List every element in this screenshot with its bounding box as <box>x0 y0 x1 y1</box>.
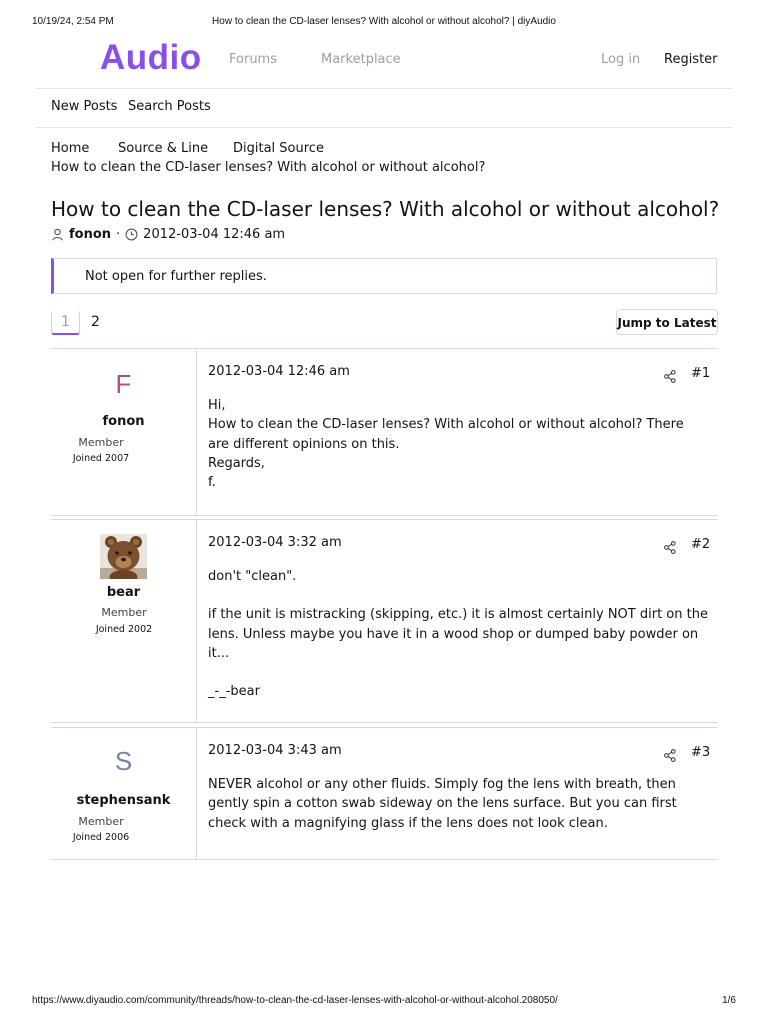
site-logo[interactable]: Audio <box>100 38 202 78</box>
post-date[interactable]: 2012-03-04 3:43 am <box>208 743 342 758</box>
top-nav: Audio Forums Marketplace Log in Register <box>36 36 732 89</box>
login-link[interactable]: Log in <box>601 52 640 67</box>
post-line: f. <box>208 475 216 491</box>
avatar[interactable]: F <box>51 369 196 400</box>
sub-nav: New Posts Search Posts <box>36 89 732 128</box>
page-1-button[interactable]: 1 <box>51 311 80 335</box>
post-line: _-_-bear <box>208 684 260 700</box>
print-url: https://www.diyaudio.com/community/threa… <box>32 995 558 1006</box>
clock-icon <box>125 228 138 241</box>
breadcrumb-home[interactable]: Home <box>51 141 89 156</box>
post-line: don't "clean". <box>208 569 297 584</box>
user-joined: Joined 2007 <box>72 453 130 464</box>
post-user-column: F fonon Member Joined 2007 <box>51 349 197 515</box>
closed-notice-text: Not open for further replies. <box>85 269 267 284</box>
post-number[interactable]: #3 <box>691 745 710 760</box>
post-body: Hi, How to clean the CD-laser lenses? Wi… <box>208 396 708 492</box>
post-date[interactable]: 2012-03-04 12:46 am <box>208 364 350 379</box>
user-role: Member <box>78 815 124 828</box>
share-icon[interactable] <box>664 539 676 558</box>
post: bear Member Joined 2002 2012-03-04 3:32 … <box>51 519 718 723</box>
share-icon[interactable] <box>664 747 676 766</box>
print-footer: https://www.diyaudio.com/community/threa… <box>32 995 736 1009</box>
nav-marketplace-link[interactable]: Marketplace <box>321 52 401 67</box>
post-user-column: S stephensank Member Joined 2006 <box>51 728 197 859</box>
jump-to-latest-button[interactable]: Jump to Latest <box>616 309 718 335</box>
thread-date[interactable]: 2012-03-04 12:46 am <box>143 227 285 242</box>
post-line: Regards, <box>208 455 265 471</box>
post-number[interactable]: #2 <box>691 537 710 552</box>
post-username[interactable]: fonon <box>51 414 196 429</box>
user-icon <box>51 228 64 241</box>
post: S stephensank Member Joined 2006 2012-03… <box>51 727 718 860</box>
post-line: How to clean the CD-laser lenses? With a… <box>208 417 684 452</box>
post-username[interactable]: stephensank <box>51 793 196 808</box>
post-body: don't "clean". if the unit is mistrackin… <box>208 567 708 701</box>
user-joined: Joined 2002 <box>95 624 153 635</box>
thread-meta: fonon · 2012-03-04 12:46 am <box>51 227 285 242</box>
breadcrumb-digital-source[interactable]: Digital Source <box>233 141 324 156</box>
meta-separator: · <box>116 227 121 242</box>
print-page-number: 1/6 <box>722 995 736 1006</box>
post-user-column: bear Member Joined 2002 <box>51 520 197 722</box>
closed-notice: Not open for further replies. <box>51 258 717 294</box>
avatar[interactable]: S <box>51 746 196 777</box>
page-2-button[interactable]: 2 <box>82 311 109 333</box>
post-line: NEVER alcohol or any other fluids. Simpl… <box>208 777 677 831</box>
breadcrumb-source-line[interactable]: Source & Line <box>118 141 208 156</box>
breadcrumb-thread[interactable]: How to clean the CD-laser lenses? With a… <box>51 160 485 175</box>
new-posts-link[interactable]: New Posts <box>51 99 117 114</box>
post-body: NEVER alcohol or any other fluids. Simpl… <box>208 775 708 833</box>
user-role: Member <box>101 606 147 619</box>
register-link[interactable]: Register <box>664 52 718 67</box>
user-role: Member <box>78 436 124 449</box>
teddy-bear-avatar[interactable] <box>100 534 147 584</box>
post-line: if the unit is mistracking (skipping, et… <box>208 607 708 661</box>
page-title: How to clean the CD-laser lenses? With a… <box>51 197 720 221</box>
user-joined: Joined 2006 <box>72 832 130 843</box>
post-number[interactable]: #1 <box>691 366 710 381</box>
post-username[interactable]: bear <box>51 585 196 600</box>
share-icon[interactable] <box>664 368 676 387</box>
post: F fonon Member Joined 2007 2012-03-04 12… <box>51 348 718 516</box>
thread-author[interactable]: fonon <box>69 227 111 242</box>
post-line: Hi, <box>208 398 226 413</box>
search-posts-link[interactable]: Search Posts <box>128 99 211 114</box>
print-header: 10/19/24, 2:54 PM How to clean the CD-la… <box>32 16 736 30</box>
nav-forums-link[interactable]: Forums <box>229 52 277 67</box>
print-doc-title: How to clean the CD-laser lenses? With a… <box>212 16 556 27</box>
post-date[interactable]: 2012-03-04 3:32 am <box>208 535 342 550</box>
